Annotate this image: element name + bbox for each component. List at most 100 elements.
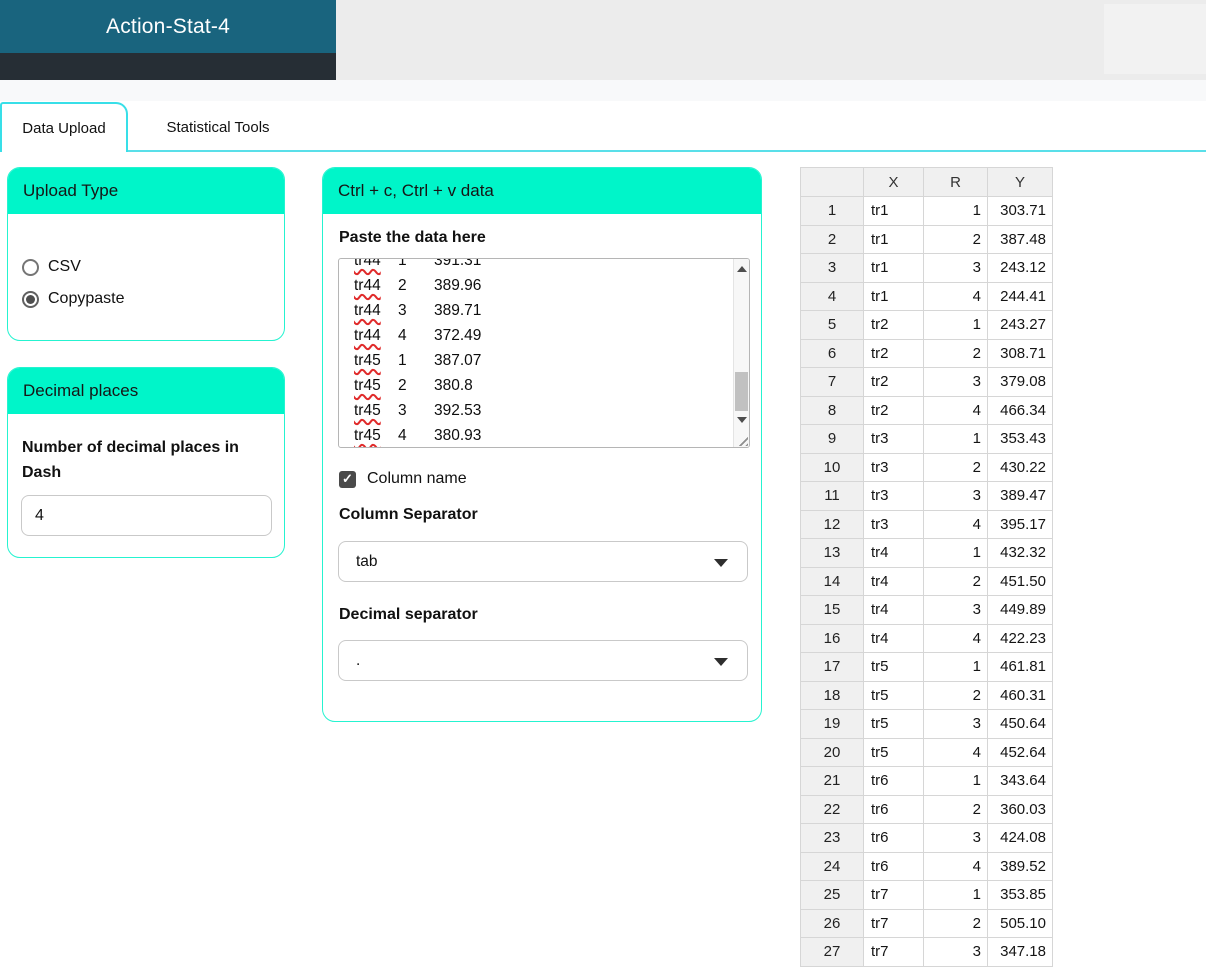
- data-cell[interactable]: 430.22: [987, 452, 1053, 482]
- data-cell[interactable]: 2: [923, 452, 988, 482]
- data-cell[interactable]: tr1: [863, 224, 924, 254]
- radio-option-csv[interactable]: CSV: [22, 258, 284, 276]
- data-cell[interactable]: 3: [923, 595, 988, 625]
- data-cell[interactable]: tr6: [863, 766, 924, 796]
- data-cell[interactable]: 1: [923, 310, 988, 340]
- paste-data-textarea[interactable]: tr44 1 391.31 tr44 2 389.96 tr44 3 389.71 tr44 4 37…: [338, 258, 750, 448]
- radio-option-copypaste[interactable]: Copypaste: [22, 290, 284, 308]
- radio-button[interactable]: [22, 258, 39, 276]
- decimal-separator-dropdown[interactable]: .: [338, 640, 748, 681]
- data-cell[interactable]: 244.41: [987, 281, 1053, 311]
- data-cell[interactable]: tr4: [863, 623, 924, 653]
- data-cell[interactable]: tr3: [863, 481, 924, 511]
- data-cell[interactable]: 451.50: [987, 566, 1053, 596]
- data-cell[interactable]: 2: [923, 566, 988, 596]
- data-cell[interactable]: 4: [923, 509, 988, 539]
- data-cell[interactable]: tr1: [863, 196, 924, 226]
- data-cell[interactable]: tr6: [863, 794, 924, 824]
- data-cell[interactable]: 3: [923, 823, 988, 853]
- data-cell[interactable]: 3: [923, 367, 988, 397]
- data-cell[interactable]: tr5: [863, 652, 924, 682]
- data-cell[interactable]: 360.03: [987, 794, 1053, 824]
- row-index-cell: 6: [800, 338, 864, 368]
- data-cell[interactable]: 424.08: [987, 823, 1053, 853]
- data-cell[interactable]: 353.43: [987, 424, 1053, 454]
- data-cell[interactable]: tr1: [863, 253, 924, 283]
- data-cell[interactable]: 3: [923, 481, 988, 511]
- data-cell[interactable]: 308.71: [987, 338, 1053, 368]
- data-cell[interactable]: 460.31: [987, 680, 1053, 710]
- data-cell[interactable]: 466.34: [987, 395, 1053, 425]
- data-cell[interactable]: tr7: [863, 908, 924, 938]
- tab-data-upload[interactable]: Data Upload: [0, 102, 128, 152]
- data-cell[interactable]: tr4: [863, 566, 924, 596]
- data-cell[interactable]: 389.52: [987, 851, 1053, 881]
- data-cell[interactable]: tr2: [863, 395, 924, 425]
- textarea-scrollbar[interactable]: [733, 259, 749, 447]
- data-cell[interactable]: 347.18: [987, 937, 1053, 967]
- scroll-up-icon[interactable]: [734, 261, 749, 277]
- data-cell[interactable]: tr1: [863, 281, 924, 311]
- data-cell[interactable]: 243.27: [987, 310, 1053, 340]
- data-cell[interactable]: 2: [923, 680, 988, 710]
- column-name-row[interactable]: ✓ Column name: [339, 470, 467, 488]
- data-cell[interactable]: tr6: [863, 851, 924, 881]
- data-cell[interactable]: 395.17: [987, 509, 1053, 539]
- data-cell[interactable]: 387.48: [987, 224, 1053, 254]
- data-cell[interactable]: 449.89: [987, 595, 1053, 625]
- data-cell[interactable]: tr2: [863, 310, 924, 340]
- decimal-places-input[interactable]: [21, 495, 272, 536]
- data-cell[interactable]: 389.47: [987, 481, 1053, 511]
- data-cell[interactable]: 1: [923, 538, 988, 568]
- column-header: Y: [987, 167, 1053, 197]
- data-cell[interactable]: 4: [923, 623, 988, 653]
- data-cell[interactable]: tr5: [863, 737, 924, 767]
- data-cell[interactable]: tr5: [863, 680, 924, 710]
- data-cell[interactable]: tr2: [863, 367, 924, 397]
- data-cell[interactable]: 3: [923, 709, 988, 739]
- data-cell[interactable]: 1: [923, 880, 988, 910]
- data-cell[interactable]: 353.85: [987, 880, 1053, 910]
- data-cell[interactable]: 422.23: [987, 623, 1053, 653]
- data-cell[interactable]: tr3: [863, 424, 924, 454]
- column-name-checkbox[interactable]: ✓: [339, 470, 356, 488]
- data-cell[interactable]: tr5: [863, 709, 924, 739]
- data-cell[interactable]: 1: [923, 766, 988, 796]
- data-cell[interactable]: 450.64: [987, 709, 1053, 739]
- data-cell[interactable]: 461.81: [987, 652, 1053, 682]
- scroll-down-icon[interactable]: [734, 412, 749, 428]
- data-cell[interactable]: tr2: [863, 338, 924, 368]
- tab-statistical-tools[interactable]: Statistical Tools: [130, 103, 306, 151]
- data-cell[interactable]: tr6: [863, 823, 924, 853]
- data-cell[interactable]: 379.08: [987, 367, 1053, 397]
- data-cell[interactable]: 303.71: [987, 196, 1053, 226]
- data-cell[interactable]: 4: [923, 395, 988, 425]
- data-cell[interactable]: 1: [923, 196, 988, 226]
- data-cell[interactable]: 1: [923, 652, 988, 682]
- data-cell[interactable]: 2: [923, 338, 988, 368]
- data-cell[interactable]: 343.64: [987, 766, 1053, 796]
- data-cell[interactable]: 432.32: [987, 538, 1053, 568]
- data-cell[interactable]: tr7: [863, 880, 924, 910]
- data-cell[interactable]: tr4: [863, 595, 924, 625]
- data-cell[interactable]: tr7: [863, 937, 924, 967]
- data-cell[interactable]: 2: [923, 224, 988, 254]
- data-cell[interactable]: 3: [923, 937, 988, 967]
- paste-data-label: Paste the data here: [339, 229, 486, 246]
- data-cell[interactable]: 3: [923, 253, 988, 283]
- scrollbar-thumb[interactable]: [735, 372, 748, 411]
- radio-button[interactable]: [22, 290, 39, 308]
- column-separator-dropdown[interactable]: tab: [338, 541, 748, 582]
- data-cell[interactable]: 4: [923, 851, 988, 881]
- data-cell[interactable]: 4: [923, 281, 988, 311]
- data-cell[interactable]: tr3: [863, 452, 924, 482]
- data-cell[interactable]: tr3: [863, 509, 924, 539]
- data-cell[interactable]: 2: [923, 794, 988, 824]
- data-cell[interactable]: 4: [923, 737, 988, 767]
- data-cell[interactable]: 2: [923, 908, 988, 938]
- data-cell[interactable]: 452.64: [987, 737, 1053, 767]
- data-cell[interactable]: 1: [923, 424, 988, 454]
- data-cell[interactable]: tr4: [863, 538, 924, 568]
- data-cell[interactable]: 505.10: [987, 908, 1053, 938]
- data-cell[interactable]: 243.12: [987, 253, 1053, 283]
